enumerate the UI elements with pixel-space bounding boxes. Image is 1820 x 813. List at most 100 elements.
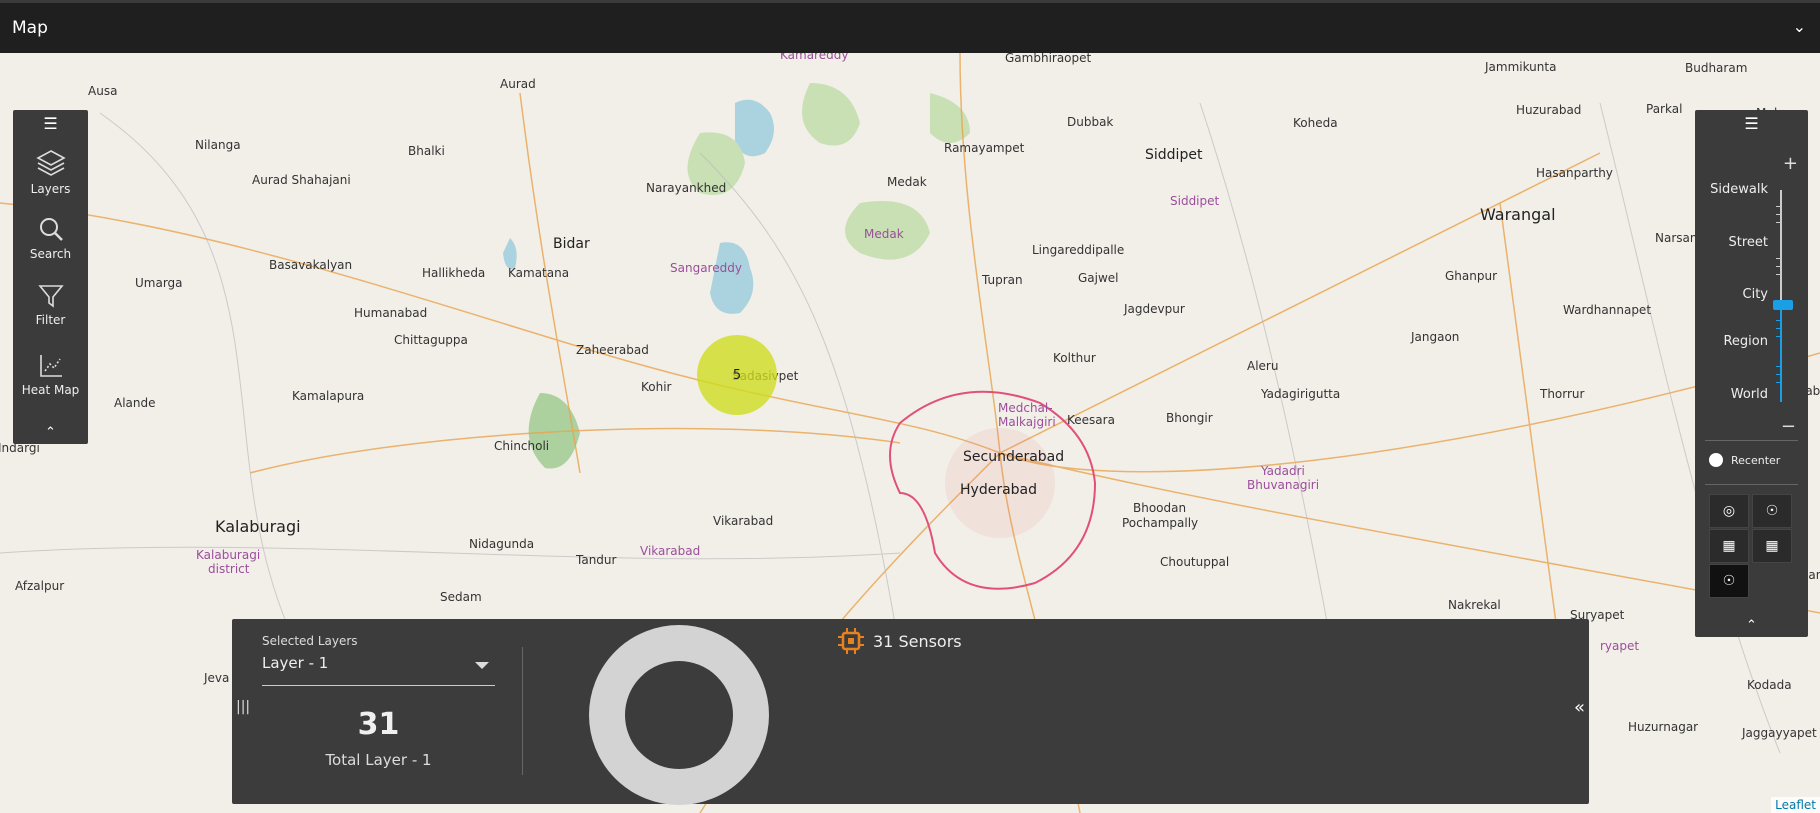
basemap-grid-button[interactable]: ▦ [1752,529,1792,563]
menu-icon[interactable]: ☰ [13,114,88,133]
globe-icon: ◎ [1722,503,1736,519]
place-label: Medchal- [998,401,1053,415]
place-label: Gambhiraopet [1005,53,1092,65]
place-label: Thorrur [1540,387,1585,401]
street-icon: ☉ [1722,573,1736,589]
place-label: Bhoodan [1133,501,1187,515]
terrain-icon: ▦ [1722,538,1736,554]
place-label: Jeva [204,671,230,685]
place-label: Nilanga [195,138,241,152]
heat-map-label: Heat Map [21,383,80,397]
place-label: Kalaburagi [196,548,261,562]
place-label: Vikarabad [713,514,774,528]
place-label: Vikarabad [640,544,701,558]
place-label: Chittaguppa [394,333,468,347]
place-label: Chincholi [494,439,550,453]
left-tool-panel: ☰ Layers Search Filter Heat Map ⌃ [13,110,88,444]
place-label: Ghanpur [1445,269,1498,283]
bottom-info-panel: ||| Selected Layers Layer - 1 31 Total L… [232,619,1589,805]
place-label: Keesara [1067,413,1115,427]
search-icon [39,218,63,241]
place-label: Malkajgiri [998,415,1056,429]
layer-select[interactable]: Layer - 1 [262,654,495,686]
menu-icon[interactable]: ☰ [1695,114,1808,133]
place-label: Sangareddy [670,261,742,275]
page-title: Map [12,18,48,38]
heat-map-button[interactable]: Heat Map [13,353,88,397]
place-label: Yadadri [1261,464,1305,478]
caret-down-icon [475,662,489,669]
collapse-up-icon[interactable]: ⌃ [13,425,88,440]
place-label: Kodada [1747,678,1792,692]
place-label: Afzalpur [15,579,65,593]
collapse-up-icon[interactable]: ⌃ [1695,618,1808,633]
top-bar: Map ⌄ [0,0,1820,53]
zoom-level-sidewalk[interactable]: Sidewalk [1710,182,1768,197]
layers-label: Layers [30,182,71,196]
place-label: Tupran [982,273,1023,287]
place-label: Jaggayyapet [1742,726,1817,740]
place-label: Humanabad [354,306,428,320]
zoom-level-street[interactable]: Street [1728,235,1768,250]
place-label: Zaheerabad [576,343,649,357]
drag-handle-icon[interactable]: ||| [236,699,250,715]
place-label: Aurad Shahajani [252,173,351,187]
place-label: Siddipet [1170,194,1220,208]
cluster-count: 5 [732,367,742,383]
place-label: Jammikunta [1485,60,1557,74]
layers-icon [35,150,66,176]
layers-button[interactable]: Layers [13,148,88,196]
filter-button[interactable]: Filter [13,283,88,327]
place-label: Yadagirigutta [1261,387,1341,401]
zoom-level-city[interactable]: City [1743,287,1768,302]
place-label: Budharam [1685,61,1748,75]
place-label: Bhongir [1166,411,1213,425]
place-label: Ausa [88,84,118,98]
place-label: Ramayampet [944,141,1025,155]
zoom-level-region[interactable]: Region [1723,334,1768,349]
place-label: Jangaon [1411,330,1460,344]
right-zoom-panel: ☰ + Sidewalk Street City Region World − … [1695,110,1808,637]
place-label: Medak [887,175,927,189]
place-label: Umarga [135,276,183,290]
chevron-down-icon[interactable]: ⌄ [1793,17,1806,36]
zoom-out-button[interactable]: − [1781,416,1796,437]
collapse-left-icon[interactable]: « [1574,697,1585,718]
basemap-street-button[interactable]: ☉ [1709,564,1749,598]
recenter-label: Recenter [1731,453,1781,467]
basemap-terrain-button[interactable]: ▦ [1709,529,1749,563]
place-label: Kamatana [508,266,570,280]
place-label: Huzurnagar [1628,720,1699,734]
basemap-satellite-button[interactable]: ☉ [1752,494,1792,528]
place-label: Nakrekal [1448,598,1501,612]
search-button[interactable]: Search [13,215,88,261]
place-label: district [208,562,250,576]
heat-map-icon [39,355,62,377]
place-label: Parkal [1646,102,1683,116]
place-label: Aleru [1247,359,1279,373]
place-label: Nidagunda [469,537,535,551]
place-label: Warangal [1480,205,1556,224]
filter-icon [37,285,64,308]
place-label: Lingareddipalle [1032,243,1125,257]
grid-icon: ▦ [1765,538,1779,554]
place-label: Medak [864,227,904,241]
zoom-level-world[interactable]: World [1731,387,1768,402]
place-label: Bhuvanagiri [1247,478,1320,492]
place-label: Basavakalyan [269,258,353,272]
place-label: Dubbak [1067,115,1114,129]
basemap-globe-button[interactable]: ◎ [1709,494,1749,528]
satellite-icon: ☉ [1765,503,1779,519]
place-label: Narayankhed [646,181,727,195]
place-label: Kalaburagi [215,517,301,536]
place-label: Kamareddy [780,53,849,62]
chip-icon [838,628,864,654]
place-label: Aurad [500,77,536,91]
place-label: Bidar [553,236,590,252]
zoom-in-button[interactable]: + [1783,153,1798,174]
zoom-slider-thumb[interactable] [1773,300,1793,310]
marker-cluster[interactable]: 5 [697,335,777,415]
recenter-button[interactable]: Recenter [1709,453,1780,467]
map-attribution[interactable]: Leaflet [1771,797,1820,813]
attribution-link[interactable]: Leaflet [1775,798,1816,812]
